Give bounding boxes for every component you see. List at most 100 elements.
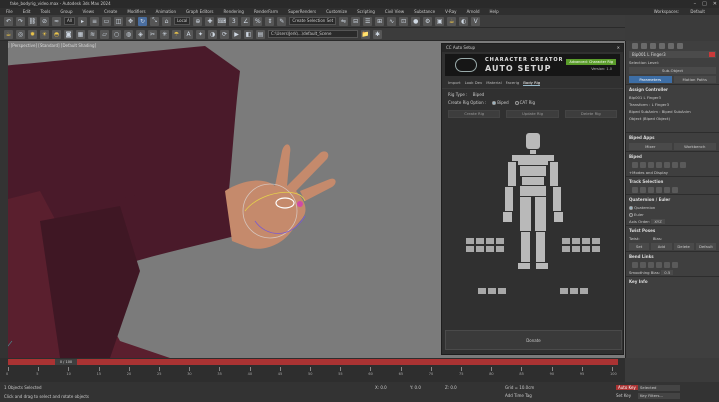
donate-button[interactable]: Donate — [445, 330, 622, 350]
menu-vray[interactable]: V-Ray — [445, 8, 456, 15]
body-rotation-icon[interactable] — [648, 187, 654, 193]
tab-material[interactable]: Material — [486, 80, 501, 86]
menu-group[interactable]: Group — [60, 8, 72, 15]
menu-tools[interactable]: Tools — [40, 8, 50, 15]
menu-help[interactable]: Help — [490, 8, 499, 15]
hierarchy-tab-icon[interactable] — [650, 43, 656, 49]
teapot-icon[interactable]: ☕ — [4, 29, 13, 39]
redo-icon[interactable]: ↷ — [16, 16, 25, 26]
scale-icon[interactable]: ⤡ — [149, 16, 159, 26]
menu-superrenders[interactable]: SuperRenders — [288, 8, 316, 15]
material-editor-icon[interactable]: ● — [411, 16, 421, 26]
reference-coord-dropdown[interactable]: Local — [173, 17, 191, 25]
controller-line-1[interactable]: Bip001 L Finger3 — [626, 94, 719, 101]
menu-substance[interactable]: Substance — [414, 8, 435, 15]
move-icon[interactable]: ✥ — [125, 16, 135, 26]
delete-rig-button[interactable]: Delete Rig — [564, 110, 617, 118]
twist-poses-rollout[interactable]: Twist Poses — [626, 225, 719, 235]
set-key-button[interactable]: Set Key — [616, 393, 631, 398]
create-rig-button[interactable]: Create Rig — [448, 110, 501, 118]
window-crossing-icon[interactable]: ◫ — [113, 16, 123, 26]
menu-graph-editors[interactable]: Graph Editors — [186, 8, 213, 15]
tab-import[interactable]: Import — [448, 80, 461, 86]
sphere-icon[interactable]: ○ — [112, 29, 121, 39]
twist-set-button[interactable]: Set — [629, 243, 650, 250]
mixer-button[interactable]: Mixer — [629, 143, 672, 150]
minimize-icon[interactable]: – — [694, 0, 697, 8]
radio-cat-rig[interactable]: CAT Rig — [514, 100, 535, 105]
curve-editor-icon[interactable]: ∿ — [387, 16, 397, 26]
viewport-label[interactable]: [+] [Perspective] [Standard] [Default Sh… — [3, 43, 96, 48]
smooth-twist-icon[interactable] — [656, 262, 662, 268]
dialog-close-icon[interactable]: ✕ — [617, 44, 620, 52]
decal-icon[interactable]: ◈ — [136, 29, 145, 39]
maximize-icon[interactable]: □ — [702, 0, 707, 8]
radio-biped[interactable]: Biped — [492, 100, 509, 105]
menu-views[interactable]: Views — [83, 8, 95, 15]
lightmix-icon[interactable]: ✳ — [160, 29, 169, 39]
menu-animation[interactable]: Animation — [156, 8, 176, 15]
select-object-icon[interactable]: ▸ — [77, 16, 87, 26]
object-name-field[interactable]: Bip001 L Finger3 — [629, 51, 716, 58]
sun-icon[interactable]: ☀ — [40, 29, 49, 39]
biped-playback-icon[interactable] — [664, 162, 670, 168]
workbench-button[interactable]: Workbench — [673, 143, 716, 150]
controller-line-2[interactable]: Transform : L Finger3 — [626, 101, 719, 108]
rotate-icon[interactable]: ↻ — [137, 16, 147, 26]
undo-icon[interactable]: ↶ — [4, 16, 13, 26]
auto-key-button[interactable]: Auto Key — [616, 385, 638, 390]
body-horizontal-icon[interactable] — [632, 187, 638, 193]
assign-controller-rollout[interactable]: Assign Controller — [626, 84, 719, 94]
light-icon[interactable]: ✹ — [28, 29, 37, 39]
time-slider-thumb[interactable]: 0 / 100 — [55, 359, 77, 365]
load-file-icon[interactable] — [672, 162, 678, 168]
select-by-name-icon[interactable]: ≡ — [89, 16, 99, 26]
plane-icon[interactable]: ▱ — [100, 29, 109, 39]
workspace-value[interactable]: Default — [690, 9, 705, 14]
bend-links-rollout[interactable]: Bend Links — [626, 251, 719, 261]
menu-arnold[interactable]: Arnold — [467, 8, 480, 15]
quaternion-option[interactable]: Quaternion — [626, 204, 719, 211]
menu-file[interactable]: File — [6, 8, 13, 15]
volume-icon[interactable]: ◍ — [124, 29, 133, 39]
motion-tab-icon[interactable] — [659, 43, 665, 49]
key-info-rollout[interactable]: Key Info — [626, 276, 719, 286]
body-vertical-icon[interactable] — [640, 187, 646, 193]
arnold-light-icon[interactable]: ✦ — [196, 29, 205, 39]
z-coord[interactable]: Z: 0.0 — [445, 385, 457, 390]
create-tab-icon[interactable] — [632, 43, 638, 49]
mirror-icon[interactable]: ⇋ — [339, 16, 349, 26]
rect-select-icon[interactable]: ▭ — [101, 16, 111, 26]
render-setup-icon[interactable]: ⚙ — [423, 16, 433, 26]
display-tab-icon[interactable] — [668, 43, 674, 49]
modes-display-toggle[interactable]: +Modes and Display — [626, 169, 719, 176]
radio-biped-dot[interactable] — [492, 101, 497, 105]
lock-cop-icon[interactable] — [656, 187, 662, 193]
unlink-icon[interactable]: ⊘ — [40, 16, 49, 26]
object-color-swatch[interactable] — [709, 52, 715, 57]
umbrella-icon[interactable]: ☂ — [172, 29, 181, 39]
dome-light-icon[interactable]: ◓ — [52, 29, 61, 39]
workspace-selector[interactable]: Workspaces: Default — [654, 8, 715, 15]
percent-snap-icon[interactable]: % — [253, 16, 263, 26]
place-icon[interactable]: ⌂ — [161, 16, 171, 26]
schematic-view-icon[interactable]: ⊡ — [399, 16, 409, 26]
ipr-icon[interactable]: ▶ — [232, 29, 241, 39]
euler-option[interactable]: Euler — [626, 211, 719, 218]
zero-twist-icon[interactable] — [664, 262, 670, 268]
menu-customize[interactable]: Customize — [326, 8, 347, 15]
smoothing-value[interactable]: 0.5 — [661, 270, 674, 275]
link-icon[interactable]: ⛓ — [28, 16, 37, 26]
tab-facerig[interactable]: Facerig — [506, 80, 520, 86]
sky-icon[interactable]: ◑ — [208, 29, 217, 39]
time-slider-track[interactable] — [8, 359, 618, 365]
parameters-button[interactable]: Parameters — [629, 76, 672, 83]
quaternion-euler-rollout[interactable]: Quaternion / Euler — [626, 194, 719, 204]
scene-explorer-icon[interactable]: ⊞ — [375, 16, 385, 26]
quaternion-radio[interactable] — [629, 206, 633, 210]
track-selection-rollout[interactable]: Track Selection — [626, 176, 719, 186]
key-mode-dropdown[interactable]: Selected — [638, 385, 680, 391]
fur-icon[interactable]: ≋ — [88, 29, 97, 39]
menu-scripting[interactable]: Scripting — [357, 8, 375, 15]
scene-converter-icon[interactable]: ⟳ — [220, 29, 229, 39]
